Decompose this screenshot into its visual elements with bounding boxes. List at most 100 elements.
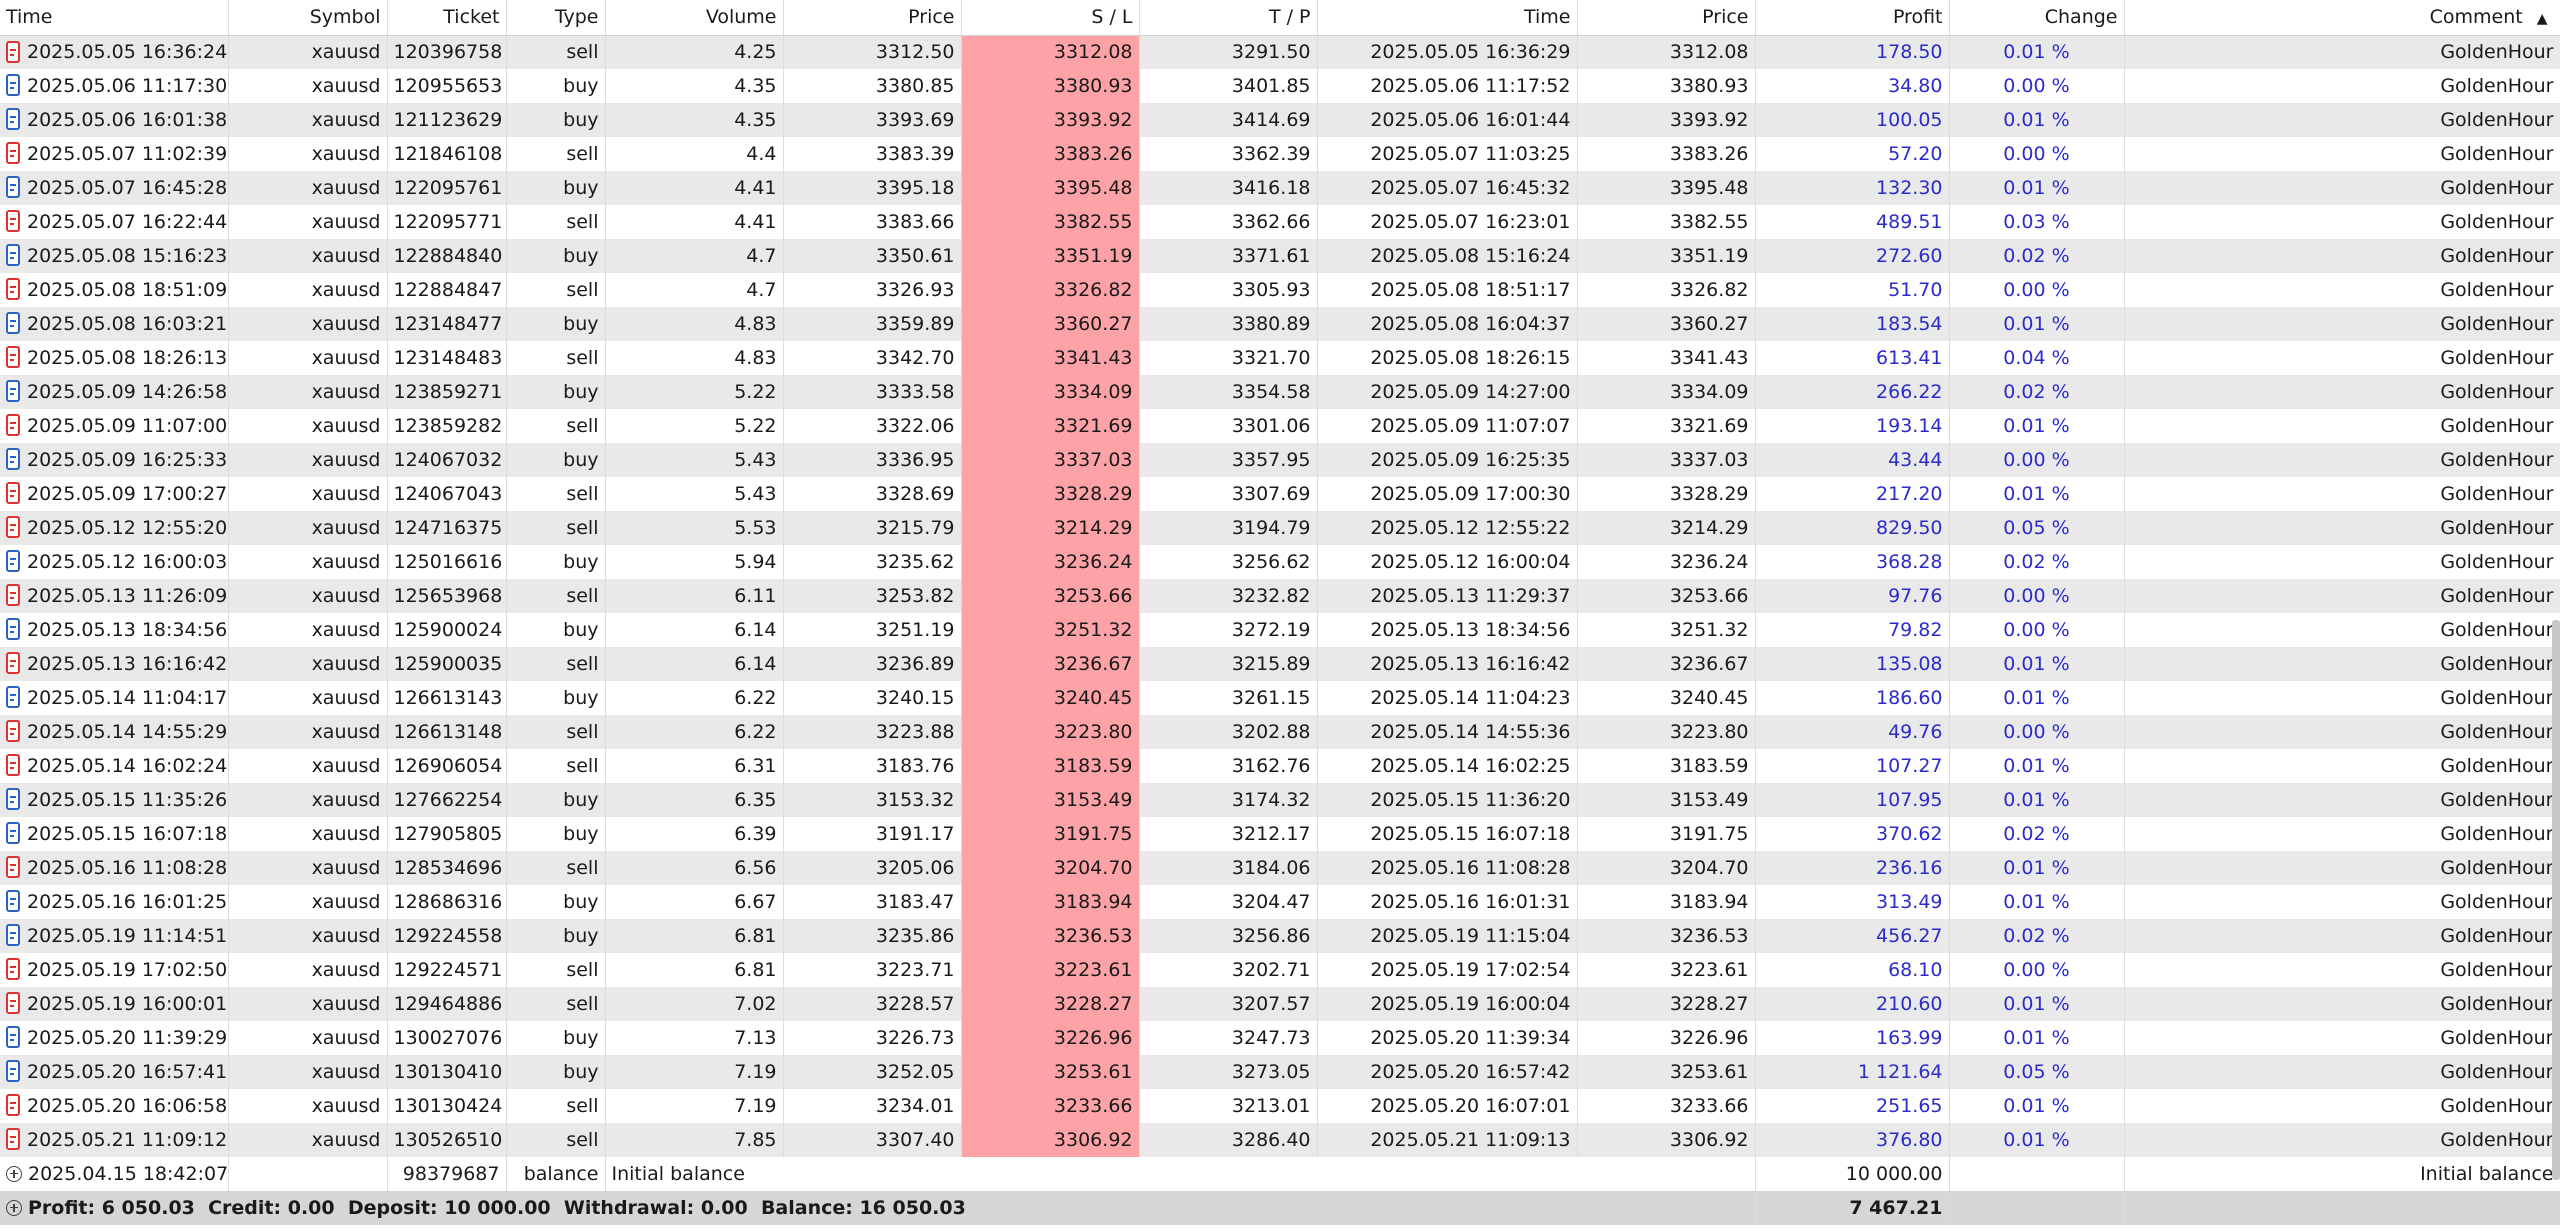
deal-close-price: 3351.19 [1577,239,1756,273]
deal-comment: GoldenHour [2124,987,2560,1021]
deal-row[interactable]: 2025.05.09 16:25:33 xauusd 124067032 buy 5.4… [0,443,2560,477]
deal-row[interactable]: 2025.05.08 16:03:21 xauusd 123148477 buy 4.8… [0,307,2560,341]
deal-row[interactable]: 2025.05.08 18:51:09 xauusd 122884847 sell 4.… [0,273,2560,307]
deal-close-price: 3383.26 [1577,137,1756,171]
deal-take-profit: 3414.69 [1139,103,1318,137]
deal-row[interactable]: 2025.05.12 12:55:20 xauusd 124716375 sell 5.… [0,511,2560,545]
col-header-symbol[interactable]: Symbol [228,0,388,36]
sell-deal-icon [6,1128,20,1151]
deal-open-price: 3312.50 [783,35,962,69]
deal-close-time: 2025.05.19 11:15:04 [1317,919,1578,953]
col-header-type[interactable]: Type [506,0,606,36]
deal-close-time: 2025.05.15 16:07:18 [1317,817,1578,851]
deal-row[interactable]: 2025.05.19 11:14:51 xauusd 129224558 buy 6.8… [0,919,2560,953]
deal-close-time: 2025.05.07 16:23:01 [1317,205,1578,239]
deal-row[interactable]: 2025.05.15 11:35:26 xauusd 127662254 buy 6.3… [0,783,2560,817]
deal-type: sell [506,341,606,375]
deal-row[interactable]: 2025.05.08 15:16:23 xauusd 122884840 buy 4.7… [0,239,2560,273]
deal-profit: 163.99 [1755,1021,1950,1055]
col-header-profit[interactable]: Profit [1755,0,1950,36]
deal-row[interactable]: 2025.05.20 11:39:29 xauusd 130027076 buy 7.1… [0,1021,2560,1055]
deal-row[interactable]: 2025.05.09 14:26:58 xauusd 123859271 buy 5.2… [0,375,2560,409]
deal-close-time: 2025.05.15 11:36:20 [1317,783,1578,817]
deal-row[interactable]: 2025.05.15 16:07:18 xauusd 127905805 buy 6.3… [0,817,2560,851]
deal-stop-loss: 3253.66 [961,579,1140,613]
deal-row[interactable]: 2025.05.19 16:00:01 xauusd 129464886 sell 7.… [0,987,2560,1021]
deal-change: 0.00 % [1949,69,2125,103]
deal-profit: 313.49 [1755,885,1950,919]
col-header-sl[interactable]: S / L [961,0,1140,36]
deal-row[interactable]: 2025.05.21 11:09:12 xauusd 130526510 sell 7.… [0,1123,2560,1157]
deal-row[interactable]: 2025.05.12 16:00:03 xauusd 125016616 buy 5.9… [0,545,2560,579]
col-header-tp[interactable]: T / P [1139,0,1318,36]
buy-deal-icon [6,74,20,97]
deal-symbol: xauusd [228,1055,388,1089]
deal-row[interactable]: 2025.05.20 16:06:58 xauusd 130130424 sell 7.… [0,1089,2560,1123]
deal-profit: 51.70 [1755,273,1950,307]
deal-close-price: 3228.27 [1577,987,1756,1021]
deal-row[interactable]: 2025.05.09 17:00:27 xauusd 124067043 sell 5.… [0,477,2560,511]
deal-time: 2025.05.19 11:14:51 [27,924,228,947]
deal-row[interactable]: 2025.05.14 14:55:29 xauusd 126613148 sell 6.… [0,715,2560,749]
deal-ticket: 123859282 [387,409,507,443]
deal-volume: 6.67 [605,885,784,919]
deal-row[interactable]: 2025.05.20 16:57:41 xauusd 130130410 buy 7.1… [0,1055,2560,1089]
deal-open-price: 3235.86 [783,919,962,953]
deal-row[interactable]: 2025.05.07 16:22:44 xauusd 122095771 sell 4.… [0,205,2560,239]
deal-row[interactable]: 2025.05.14 11:04:17 xauusd 126613143 buy 6.2… [0,681,2560,715]
col-header-close-time[interactable]: Time [1317,0,1578,36]
deal-row[interactable]: 2025.05.07 11:02:39 xauusd 121846108 sell 4.… [0,137,2560,171]
deal-comment: GoldenHour [2124,851,2560,885]
deal-take-profit: 3401.85 [1139,69,1318,103]
deal-open-price: 3307.40 [783,1123,962,1157]
deal-row[interactable]: 2025.05.09 11:07:00 xauusd 123859282 sell 5.… [0,409,2560,443]
deal-profit: 456.27 [1755,919,1950,953]
buy-deal-icon [6,1060,20,1083]
deal-row[interactable]: 2025.05.19 17:02:50 xauusd 129224571 sell 6.… [0,953,2560,987]
col-header-volume[interactable]: Volume [605,0,784,36]
deal-row[interactable]: 2025.05.16 11:08:28 xauusd 128534696 sell 6.… [0,851,2560,885]
col-header-close-price[interactable]: Price [1577,0,1756,36]
deal-ticket: 130526510 [387,1123,507,1157]
deal-close-price: 3306.92 [1577,1123,1756,1157]
deal-row[interactable]: 2025.05.07 16:45:28 xauusd 122095761 buy 4.4… [0,171,2560,205]
balance-row[interactable]: 2025.04.15 18:42:07 98379687 balance Ini… [0,1157,2560,1191]
col-header-change[interactable]: Change [1949,0,2125,36]
col-header-comment[interactable]: Comment ▲ [2124,0,2560,36]
summary-row: Profit: 6 050.03 Credit: 0.00 Deposit: 1… [0,1191,2560,1225]
deal-close-time: 2025.05.21 11:09:13 [1317,1123,1578,1157]
deal-symbol: xauusd [228,1021,388,1055]
deal-open-price: 3153.32 [783,783,962,817]
sell-deal-icon [6,652,20,675]
deal-type: sell [506,647,606,681]
deal-volume: 7.19 [605,1055,784,1089]
deal-close-price: 3312.08 [1577,35,1756,69]
vertical-scrollbar[interactable] [2552,620,2560,1180]
deal-row[interactable]: 2025.05.13 18:34:56 xauusd 125900024 buy 6.1… [0,613,2560,647]
deal-row[interactable]: 2025.05.14 16:02:24 xauusd 126906054 sell 6.… [0,749,2560,783]
deal-row[interactable]: 2025.05.13 16:16:42 xauusd 125900035 sell 6.… [0,647,2560,681]
deal-time: 2025.05.20 11:39:29 [27,1026,228,1049]
col-header-price[interactable]: Price [783,0,962,36]
deal-take-profit: 3213.01 [1139,1089,1318,1123]
deal-take-profit: 3272.19 [1139,613,1318,647]
deal-ticket: 122095771 [387,205,507,239]
deal-row[interactable]: 2025.05.16 16:01:25 xauusd 128686316 buy 6.6… [0,885,2560,919]
deal-change: 0.01 % [1949,647,2125,681]
deal-profit: 489.51 [1755,205,1950,239]
deal-take-profit: 3204.47 [1139,885,1318,919]
buy-deal-icon [6,618,20,641]
deal-row[interactable]: 2025.05.06 11:17:30 xauusd 120955653 buy 4.3… [0,69,2560,103]
deal-profit: 107.27 [1755,749,1950,783]
deal-ticket: 121123629 [387,103,507,137]
deal-time: 2025.05.20 16:57:41 [27,1060,228,1083]
deal-profit: 193.14 [1755,409,1950,443]
deal-row[interactable]: 2025.05.06 16:01:38 xauusd 121123629 buy 4.3… [0,103,2560,137]
deal-ticket: 127905805 [387,817,507,851]
deal-row[interactable]: 2025.05.13 11:26:09 xauusd 125653968 sell 6.… [0,579,2560,613]
deal-ticket: 130027076 [387,1021,507,1055]
deal-row[interactable]: 2025.05.05 16:36:24 xauusd 120396758 sell 4.… [0,35,2560,69]
col-header-time[interactable]: Time [0,0,229,36]
deal-row[interactable]: 2025.05.08 18:26:13 xauusd 123148483 sell 4.… [0,341,2560,375]
col-header-ticket[interactable]: Ticket [387,0,507,36]
